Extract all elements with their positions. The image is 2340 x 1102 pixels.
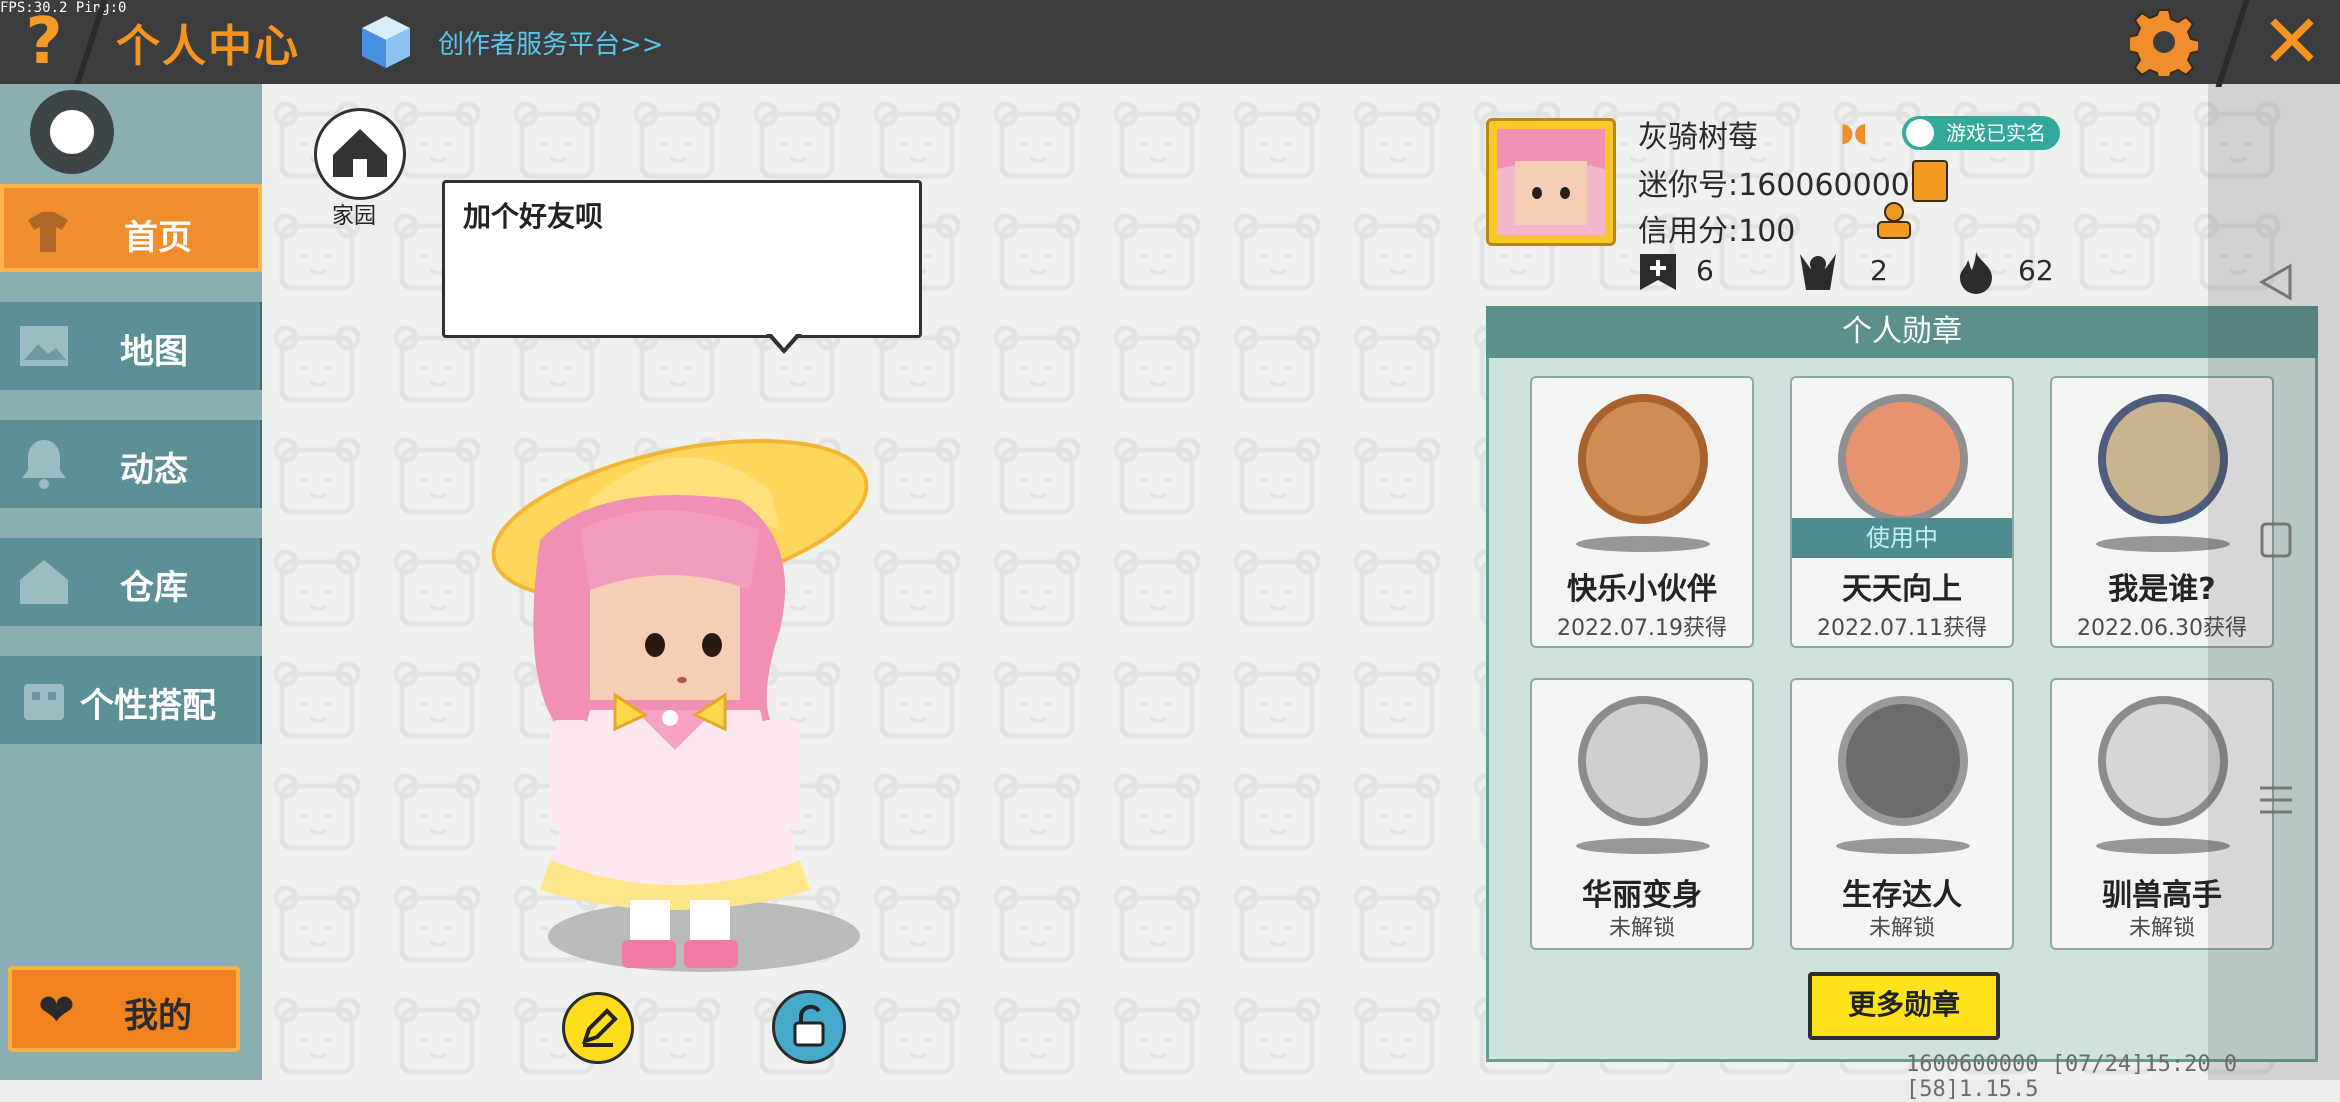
copy-icon[interactable] [1912,160,1948,202]
mask-icon: ◗◖ [1840,118,1868,148]
page-title: 个人中心 [116,21,300,72]
badge-name: 生存达人 [1842,878,1962,913]
badge-name: 天天向上 [1842,572,1962,607]
heart-icon: ❤ [38,985,75,1036]
back-triangle-icon[interactable] [2254,262,2298,302]
cube-icon [362,16,410,68]
sidebar-item-feed[interactable]: 动态 [0,420,262,508]
badge-card[interactable]: 快乐小伙伴 2022.07.19获得 [1530,376,1754,648]
sidebar-item-label: 动态 [120,450,188,490]
person-icon [1906,119,1934,147]
sidebar-item-map[interactable]: 地图 [0,302,262,390]
sidebar-item-label: 仓库 [120,568,188,608]
friend-list-icon[interactable] [1872,200,1916,240]
map-icon [20,326,68,366]
bell-icon [22,440,66,489]
badge-panel-title: 个人勋章 [1486,306,2318,358]
mine-button-label: 我的 [124,996,192,1036]
sidebar-item-warehouse[interactable]: 仓库 [0,538,262,626]
in-use-banner: 使用中 [1792,518,2012,558]
survival-medal-icon [1838,696,1968,826]
badge-status: 未解锁 [1608,916,1675,941]
home-square-icon[interactable] [2254,520,2298,560]
house-icon [20,560,68,604]
badge-card[interactable]: 生存达人 未解锁 [1790,678,2014,950]
badge-name: 快乐小伙伴 [1567,572,1717,607]
badge-status: 未解锁 [1868,916,1935,941]
shirt-icon [28,212,68,252]
badge-date: 2022.07.19获得 [1557,616,1727,641]
profile-name: 灰骑树莓 [1638,120,1758,155]
footer-info: 1600600000 [07/24]15:20 0 [58]1.15.5 [1906,1052,2238,1102]
sidebar-item-label: 地图 [120,332,188,372]
transform-medal-icon [1578,696,1708,826]
menu-lines-icon[interactable] [2254,780,2298,820]
sidebar-item-label: 首页 [124,218,192,258]
badge-name: 华丽变身 [1582,878,1702,913]
more-badges-button[interactable]: 更多勋章 [1808,972,2000,1040]
daily-progress-medal-icon [1838,394,1968,524]
badge-date: 2022.07.11获得 [1817,616,1987,641]
badge-card[interactable]: 使用中 天天向上 2022.07.11获得 [1790,376,2014,648]
verified-label: 游戏已实名 [1946,121,2046,145]
happy-buddy-medal-icon [1578,394,1708,524]
record-toggle-icon[interactable] [30,90,114,174]
friends-count: 6 [1696,254,1714,287]
help-icon[interactable]: ? [14,6,74,78]
outfit-icon [24,684,64,720]
sidebar-item-label: 个性搭配 [80,686,216,726]
home-label: 家园 [332,204,377,229]
top-bar [0,0,2340,84]
sidebar-item-home[interactable]: 首页 [0,184,262,272]
verified-badge: 游戏已实名 [1902,116,2060,150]
gear-icon[interactable] [2130,8,2198,76]
popularity-count: 62 [2018,254,2054,287]
fans-icon [1800,254,1836,290]
edit-pencil-icon[interactable] [562,992,634,1064]
medal-shadow [1576,838,1710,854]
fire-icon [1960,252,1992,294]
speech-bubble-tail-fill [770,332,798,348]
add-friend-icon [1640,254,1676,290]
speech-bubble: 加个好友呗 [442,180,922,338]
creator-platform-link[interactable]: 创作者服务平台>> [438,24,664,61]
player-character[interactable] [450,410,930,970]
medal-shadow [1836,838,1970,854]
mine-button[interactable]: ❤ 我的 [8,966,240,1052]
system-nav-overlay [2208,84,2340,1080]
mini-id: 迷你号:1600600000 [1638,168,1929,203]
close-icon[interactable]: ✕ [2252,4,2332,80]
home-icon[interactable] [314,108,406,200]
sidebar-item-outfit[interactable]: 个性搭配 [0,656,262,744]
medal-shadow [1576,536,1710,552]
profile-avatar[interactable] [1486,118,1616,246]
badge-card[interactable]: 华丽变身 未解锁 [1530,678,1754,950]
lock-icon[interactable] [772,990,846,1064]
credit-score: 信用分:100 [1638,214,1796,249]
fans-count: 2 [1870,254,1888,287]
speech-bubble-text: 加个好友呗 [463,200,604,233]
